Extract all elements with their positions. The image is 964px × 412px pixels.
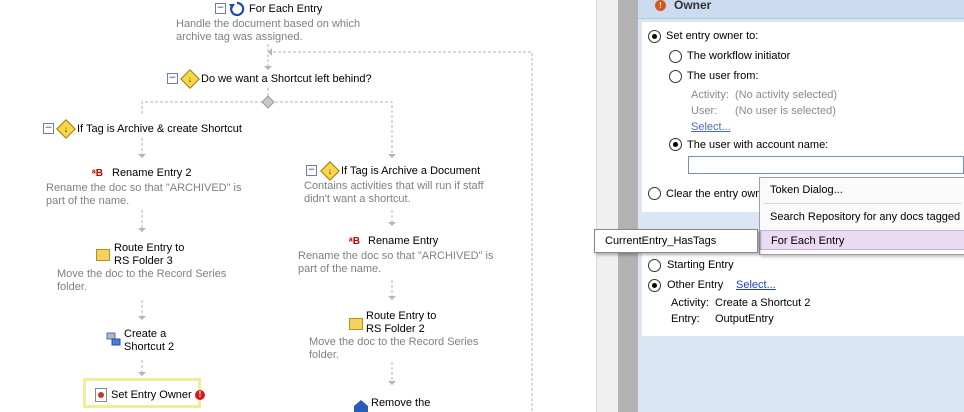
- account-radio[interactable]: [669, 138, 682, 151]
- folder-icon: [349, 318, 363, 330]
- other-entry-radio[interactable]: [648, 279, 661, 292]
- route2-title-2[interactable]: RS Folder 2: [366, 323, 425, 336]
- entry-label: Entry:: [671, 313, 700, 325]
- panel-splitter[interactable]: [618, 0, 638, 412]
- other-entry-select-link[interactable]: Select...: [736, 279, 776, 292]
- menu-separator: [764, 203, 961, 204]
- rename2-desc-1: Rename the doc so that "ARCHIVED" is: [46, 182, 242, 194]
- activity2-label: Activity:: [671, 297, 709, 309]
- remove-title[interactable]: Remove the: [371, 397, 430, 410]
- branch-right-title[interactable]: If Tag is Archive a Document: [341, 165, 480, 178]
- initiator-label: The workflow initiator: [687, 50, 791, 62]
- clear-owner-radio[interactable]: [648, 187, 661, 200]
- collapse-toggle[interactable]: −: [43, 123, 54, 134]
- set-owner-title: Set Entry Owner: [111, 389, 192, 401]
- for-each-title[interactable]: For Each Entry: [249, 3, 322, 16]
- route3-title-1[interactable]: Route Entry to: [114, 242, 184, 255]
- canvas-scrollbar[interactable]: [596, 0, 619, 412]
- initiator-radio[interactable]: [669, 50, 682, 63]
- rename2-desc-2: part of the name.: [46, 195, 130, 207]
- rename-desc-1: Rename the doc so that "ARCHIVED" is: [298, 250, 494, 262]
- collapse-toggle[interactable]: −: [167, 73, 178, 84]
- token-tooltip: CurrentEntry_HasTags: [594, 229, 758, 253]
- branch-right-desc-2: didn't want a shortcut.: [304, 193, 411, 205]
- route2-title-1[interactable]: Route Entry to: [366, 310, 436, 323]
- route3-desc-2: folder.: [57, 281, 87, 293]
- user-value: (No user is selected): [735, 105, 836, 117]
- shortcut2-title-2[interactable]: Shortcut 2: [124, 341, 174, 354]
- entry-value: OutputEntry: [715, 313, 774, 325]
- rename-title[interactable]: Rename Entry: [368, 235, 438, 248]
- menu-item-token-dialog[interactable]: Token Dialog...: [760, 180, 964, 200]
- activity-label: Activity:: [691, 89, 729, 101]
- other-entry-label: Other Entry: [667, 279, 724, 291]
- for-each-desc-2: archive tag was assigned.: [176, 31, 303, 43]
- rename-icon: ᵃB: [349, 236, 360, 247]
- activity-value: (No activity selected): [735, 89, 838, 101]
- set-owner-activity[interactable]: Set Entry Owner: [83, 378, 201, 408]
- user-from-label: The user from:: [687, 70, 759, 82]
- owner-section-title: Owner: [674, 0, 712, 12]
- account-name-input[interactable]: [688, 156, 964, 174]
- route3-desc-1: Move the doc to the Record Series: [57, 268, 227, 280]
- rename-icon: ᵃB: [92, 168, 103, 179]
- workflow-canvas[interactable]: − For Each Entry Handle the document bas…: [0, 0, 596, 412]
- warning-icon: !: [655, 0, 666, 11]
- starting-entry-label: Starting Entry: [667, 259, 734, 271]
- owner-section-header[interactable]: ! Owner: [638, 0, 964, 19]
- menu-item-for-each-entry[interactable]: For Each Entry: [760, 230, 964, 250]
- error-icon[interactable]: !: [195, 390, 205, 400]
- rename-desc-2: part of the name.: [298, 263, 382, 275]
- token-context-menu: Token Dialog... Search Repository for an…: [759, 177, 964, 255]
- branch-right-desc-1: Contains activities that will run if sta…: [304, 180, 484, 192]
- menu-item-search-repository[interactable]: Search Repository for any docs tagged: [760, 207, 964, 227]
- loop-icon: [229, 1, 245, 17]
- user-from-radio[interactable]: [669, 70, 682, 83]
- clear-owner-label: Clear the entry own: [666, 188, 762, 200]
- shortcut2-title-1[interactable]: Create a: [124, 328, 166, 341]
- route3-title-2[interactable]: RS Folder 3: [114, 255, 173, 268]
- account-label: The user with account name:: [687, 139, 829, 151]
- shortcut-question-title[interactable]: Do we want a Shortcut left behind?: [201, 73, 372, 86]
- for-each-desc-1: Handle the document based on which: [176, 18, 361, 30]
- user-label: User:: [691, 105, 718, 117]
- shortcut-icon: [106, 332, 121, 346]
- folder-icon: [96, 249, 110, 261]
- route2-desc-1: Move the doc to the Record Series: [309, 336, 479, 348]
- set-owner-to-label: Set entry owner to:: [666, 30, 759, 42]
- set-owner-radio[interactable]: [648, 30, 661, 43]
- route2-desc-2: folder.: [309, 349, 339, 361]
- collapse-toggle[interactable]: −: [306, 165, 317, 176]
- rename2-title[interactable]: Rename Entry 2: [112, 167, 191, 180]
- remove-icon: [354, 400, 368, 412]
- owner-icon: [95, 388, 107, 402]
- branch-left-title[interactable]: If Tag is Archive & create Shortcut: [77, 123, 242, 136]
- starting-entry-radio[interactable]: [648, 259, 661, 272]
- activity2-value: Create a Shortcut 2: [715, 297, 811, 309]
- select-user-link[interactable]: Select...: [691, 121, 731, 134]
- collapse-toggle[interactable]: −: [215, 3, 226, 14]
